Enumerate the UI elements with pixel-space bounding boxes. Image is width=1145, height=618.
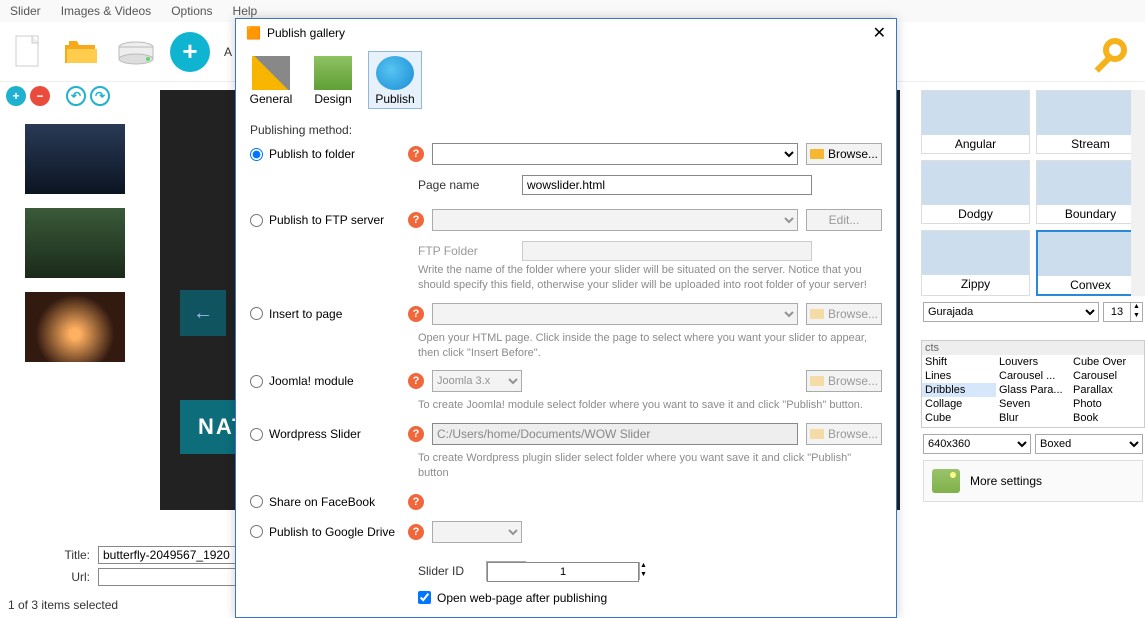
template-convex[interactable]: Convex <box>1036 230 1145 296</box>
thumbnail-2[interactable] <box>25 208 125 278</box>
browse-folder-button[interactable]: Browse... <box>806 143 882 165</box>
ftp-folder-input <box>522 241 812 261</box>
right-panel: Angular Stream Dodgy Boundary Zippy Conv… <box>915 90 1145 608</box>
radio-insert-page[interactable] <box>250 307 263 320</box>
tab-general[interactable]: General <box>244 51 298 109</box>
browse-joomla-button[interactable]: Browse... <box>806 370 882 392</box>
menu-help[interactable]: Help <box>233 4 258 18</box>
tab-publish[interactable]: Publish <box>368 51 422 109</box>
new-doc-icon[interactable] <box>8 32 48 72</box>
page-name-input[interactable] <box>522 175 812 195</box>
browse-wp-button[interactable]: Browse... <box>806 423 882 445</box>
dialog-icon: 🟧 <box>246 26 261 40</box>
radio-publish-folder[interactable] <box>250 148 263 161</box>
license-key-icon[interactable] <box>1089 36 1129 79</box>
thumbnails-panel <box>0 110 150 528</box>
layout-select[interactable]: Boxed <box>1035 434 1143 454</box>
edit-ftp-button[interactable]: Edit... <box>806 209 882 231</box>
joomla-help-text: To create Joomla! module select folder w… <box>418 398 882 413</box>
radio-wordpress[interactable] <box>250 428 263 441</box>
radio-facebook[interactable] <box>250 495 263 508</box>
template-scrollbar[interactable] <box>1131 90 1145 296</box>
help-icon[interactable]: ? <box>408 212 424 228</box>
help-icon[interactable]: ? <box>408 426 424 442</box>
template-boundary[interactable]: Boundary <box>1036 160 1145 224</box>
folder-icon <box>810 429 824 439</box>
transitions-header: cts <box>922 341 1144 355</box>
title-label: Title: <box>10 548 90 562</box>
wp-help-text: To create Wordpress plugin slider select… <box>418 451 882 481</box>
menu-slider[interactable]: Slider <box>10 4 41 18</box>
prev-slide-button[interactable]: ← <box>180 290 226 336</box>
close-button[interactable]: ✕ <box>873 23 886 43</box>
rotate-left-icon[interactable]: ↶ <box>66 86 86 106</box>
publish-dialog: 🟧 Publish gallery ✕ General Design Publis… <box>235 18 897 618</box>
template-dodgy[interactable]: Dodgy <box>921 160 1030 224</box>
joomla-version-select[interactable]: Joomla 3.x <box>432 370 522 392</box>
menu-images[interactable]: Images & Videos <box>61 4 152 18</box>
help-icon[interactable]: ? <box>408 494 424 510</box>
slider-id-stepper[interactable]: ▲▼ <box>486 561 526 581</box>
image-icon <box>932 469 960 493</box>
mini-remove-icon[interactable]: − <box>30 86 50 106</box>
add-button[interactable]: + <box>170 32 210 72</box>
ftp-server-select[interactable] <box>432 209 798 231</box>
gdrive-select[interactable] <box>432 521 522 543</box>
folder-path-input[interactable] <box>432 143 798 165</box>
help-icon[interactable]: ? <box>408 373 424 389</box>
help-icon[interactable]: ? <box>408 146 424 162</box>
radio-google-drive[interactable] <box>250 525 263 538</box>
open-after-checkbox[interactable] <box>418 591 431 604</box>
thumbnail-3[interactable] <box>25 292 125 362</box>
help-icon[interactable]: ? <box>408 524 424 540</box>
ftp-help-text: Write the name of the folder where your … <box>418 263 882 293</box>
url-label: Url: <box>10 570 90 584</box>
folder-icon <box>810 149 824 159</box>
radio-joomla[interactable] <box>250 375 263 388</box>
open-after-label: Open web-page after publishing <box>437 591 607 605</box>
font-select[interactable]: Gurajada <box>923 302 1099 322</box>
publishing-method-label: Publishing method: <box>250 123 882 137</box>
insert-help-text: Open your HTML page. Click inside the pa… <box>418 331 882 361</box>
status-bar: 1 of 3 items selected <box>8 598 118 612</box>
dialog-title: Publish gallery <box>267 26 345 40</box>
more-settings-button[interactable]: More settings <box>923 460 1143 502</box>
rotate-right-icon[interactable]: ↷ <box>90 86 110 106</box>
template-stream[interactable]: Stream <box>1036 90 1145 154</box>
wp-path-input <box>432 423 798 445</box>
transitions-list[interactable]: cts ShiftLouversCube Over LinesCarousel … <box>921 340 1145 428</box>
thumbnail-1[interactable] <box>25 124 125 194</box>
template-zippy[interactable]: Zippy <box>921 230 1030 296</box>
ftp-folder-label: FTP Folder <box>418 244 514 258</box>
template-grid: Angular Stream Dodgy Boundary Zippy Conv… <box>921 90 1145 296</box>
radio-publish-ftp[interactable] <box>250 214 263 227</box>
tab-design[interactable]: Design <box>306 51 360 109</box>
menu-options[interactable]: Options <box>171 4 212 18</box>
font-size-stepper[interactable]: ▲▼ <box>1103 302 1143 322</box>
template-angular[interactable]: Angular <box>921 90 1030 154</box>
page-name-label: Page name <box>418 178 514 192</box>
size-select[interactable]: 640x360 <box>923 434 1031 454</box>
mini-add-icon[interactable]: + <box>6 86 26 106</box>
insert-page-input[interactable] <box>432 303 798 325</box>
folder-icon <box>810 376 824 386</box>
browse-page-button[interactable]: Browse... <box>806 303 882 325</box>
add-label: A <box>224 45 232 59</box>
help-icon[interactable]: ? <box>408 306 424 322</box>
folder-icon <box>810 309 824 319</box>
drive-icon[interactable] <box>116 32 156 72</box>
open-folder-icon[interactable] <box>62 32 102 72</box>
slider-id-label: Slider ID <box>418 564 478 578</box>
